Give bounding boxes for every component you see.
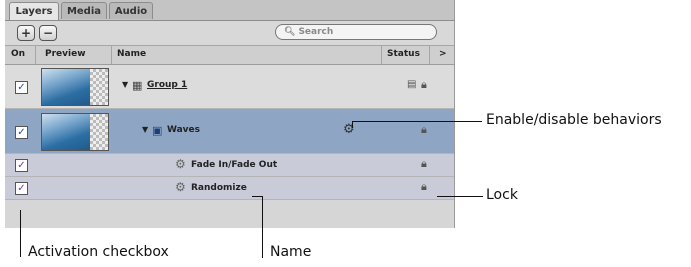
callout-line-activation bbox=[20, 210, 21, 257]
tab-bar: Layers Media Audio bbox=[5, 0, 454, 21]
column-header: On Preview Name Status > bbox=[5, 46, 454, 65]
lock-icon[interactable]: 🔒︎ bbox=[421, 123, 427, 137]
column-name[interactable]: Name bbox=[117, 49, 146, 59]
search-field[interactable]: 🔍︎ Search bbox=[275, 24, 437, 40]
layer-row-waves[interactable]: ✓ ▼ ▣ Waves ⚙ 🔒︎ bbox=[5, 109, 454, 154]
layer-row-group[interactable]: ✓ ▼ ▦ Group 1 ▤ 🔒︎ bbox=[5, 65, 454, 109]
callout-line-behaviors-tick bbox=[352, 121, 353, 128]
callout-line-behaviors bbox=[352, 121, 482, 122]
disclosure-triangle-icon[interactable]: ▼ bbox=[142, 125, 148, 134]
column-more-arrow[interactable]: > bbox=[439, 49, 447, 59]
layer-name[interactable]: Waves bbox=[167, 125, 200, 135]
callout-name: Name bbox=[270, 244, 312, 260]
search-icon: 🔍︎ bbox=[284, 27, 296, 37]
lock-icon[interactable]: 🔒︎ bbox=[421, 78, 427, 92]
group-status-icon: ▤ bbox=[407, 79, 417, 90]
callout-behaviors: Enable/disable behaviors bbox=[486, 112, 662, 128]
add-button[interactable]: + bbox=[17, 25, 35, 41]
lock-icon[interactable]: 🔒︎ bbox=[421, 180, 427, 194]
callout-activation: Activation checkbox bbox=[28, 244, 169, 260]
behavior-row-fade[interactable]: ✓ ⚙ Fade In/Fade Out 🔒︎ bbox=[5, 154, 454, 177]
preview-thumbnail bbox=[41, 113, 109, 151]
search-placeholder: Search bbox=[298, 27, 334, 37]
behavior-name[interactable]: Fade In/Fade Out bbox=[191, 160, 277, 170]
activation-checkbox[interactable]: ✓ bbox=[15, 81, 28, 94]
layer-name[interactable]: Group 1 bbox=[147, 80, 187, 90]
behavior-name[interactable]: Randomize bbox=[191, 183, 247, 193]
preview-thumbnail bbox=[41, 68, 109, 106]
callout-lock: Lock bbox=[486, 187, 518, 203]
disclosure-triangle-icon[interactable]: ▼ bbox=[122, 80, 128, 89]
layers-panel: Layers Media Audio + − 🔍︎ Search On Prev… bbox=[5, 0, 455, 228]
activation-checkbox[interactable]: ✓ bbox=[15, 126, 28, 139]
callout-line-name bbox=[262, 196, 263, 258]
empty-area bbox=[5, 200, 454, 228]
callout-line-name-h bbox=[252, 196, 262, 197]
remove-button[interactable]: − bbox=[39, 25, 57, 41]
behavior-row-randomize[interactable]: ✓ ⚙ Randomize 🔒︎ bbox=[5, 177, 454, 200]
column-status[interactable]: Status bbox=[387, 49, 420, 59]
tab-layers[interactable]: Layers bbox=[9, 2, 59, 20]
column-preview[interactable]: Preview bbox=[45, 49, 86, 59]
group-icon: ▦ bbox=[132, 79, 143, 92]
activation-checkbox[interactable]: ✓ bbox=[15, 182, 28, 195]
tab-media[interactable]: Media bbox=[61, 2, 107, 19]
column-on[interactable]: On bbox=[11, 49, 25, 59]
callout-line-lock bbox=[437, 196, 483, 197]
toolbar: + − 🔍︎ Search bbox=[5, 21, 454, 46]
layer-icon: ▣ bbox=[152, 124, 163, 137]
behavior-gear-icon: ⚙ bbox=[175, 180, 186, 194]
activation-checkbox[interactable]: ✓ bbox=[15, 159, 28, 172]
tab-audio[interactable]: Audio bbox=[109, 2, 153, 19]
behavior-gear-icon: ⚙ bbox=[175, 157, 186, 171]
lock-icon[interactable]: 🔒︎ bbox=[421, 157, 427, 171]
